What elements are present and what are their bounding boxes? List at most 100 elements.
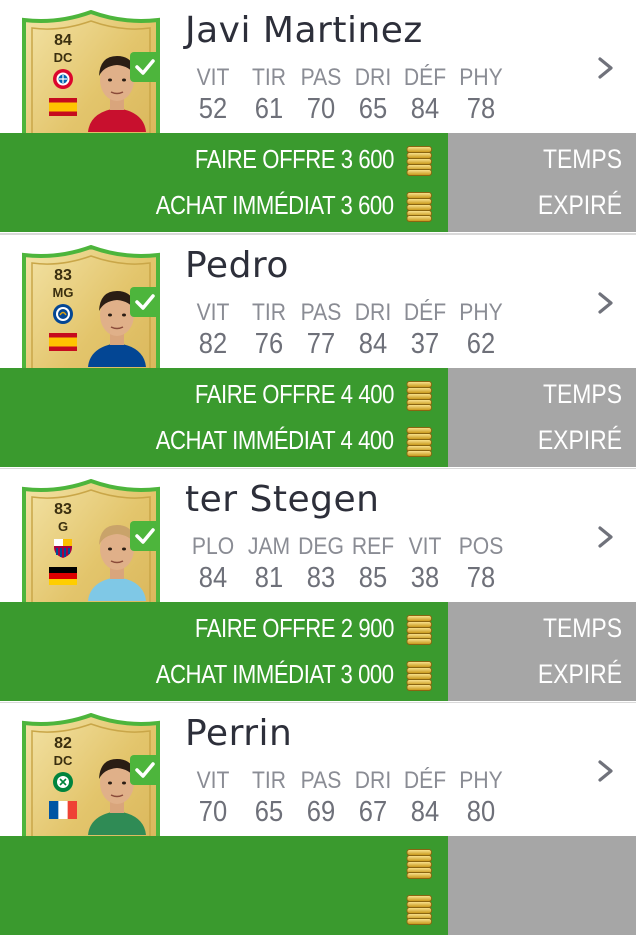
saint-etienne-crest-icon xyxy=(52,771,74,793)
stat-label: VIT xyxy=(196,767,230,794)
transfer-list-item[interactable]: 82 DC BAS Perrin VIT70TIR65PAS69DRI67DÉF… xyxy=(0,703,636,936)
stat-value: 84 xyxy=(358,328,388,360)
stat-2: PAS 70 xyxy=(291,64,351,126)
buy-now-price xyxy=(400,888,432,928)
stat-5: PHY 80 xyxy=(451,767,511,829)
stat-3: REF 85 xyxy=(343,533,403,595)
stat-1: TIR 76 xyxy=(239,299,299,361)
stat-1: JAM 81 xyxy=(239,533,299,595)
transfer-list: 84 DC BAS Javi Martinez VIT52TIR61PAS70D… xyxy=(0,0,636,936)
player-name: ter Stegen xyxy=(185,479,380,520)
time-label: TEMPS xyxy=(542,144,622,174)
auction-band xyxy=(0,836,636,935)
time-panel: TEMPS EXPIRÉ xyxy=(448,602,636,701)
player-stats: VIT 82 TIR 76 PAS 77 DRI 84 DÉF 37 PHY 62 xyxy=(183,299,513,365)
stat-label: DRI xyxy=(354,767,392,794)
stat-5: POS 78 xyxy=(451,533,511,595)
stat-value: 70 xyxy=(198,796,228,828)
coins-icon xyxy=(406,427,432,458)
chevron-right-icon[interactable] xyxy=(594,525,618,549)
stat-label: DRI xyxy=(354,299,392,326)
chevron-right-icon[interactable] xyxy=(594,291,618,315)
chelsea-crest-icon xyxy=(52,303,74,325)
coins-icon xyxy=(406,192,432,223)
coins-icon xyxy=(406,661,432,692)
stat-5: PHY 78 xyxy=(451,64,511,126)
stat-label: PLO xyxy=(191,533,235,560)
stat-label: DRI xyxy=(354,64,392,91)
stat-2: DEG 83 xyxy=(291,533,351,595)
stat-value: 38 xyxy=(410,562,440,594)
stat-value: 84 xyxy=(410,93,440,125)
stat-label: PAS xyxy=(300,767,342,794)
transfer-list-item[interactable]: 83 G BAS ter Stegen PLO84JAM81DEG83REF85… xyxy=(0,469,636,702)
stat-value: 70 xyxy=(306,93,336,125)
stat-value: 84 xyxy=(198,562,228,594)
stat-label: DÉF xyxy=(403,64,447,91)
time-label: TEMPS xyxy=(542,379,622,409)
stat-1: TIR 61 xyxy=(239,64,299,126)
stat-value: 62 xyxy=(466,328,496,360)
coins-icon xyxy=(406,895,432,926)
stat-value: 85 xyxy=(358,562,388,594)
chevron-right-icon[interactable] xyxy=(594,56,618,80)
chevron-right-icon[interactable] xyxy=(594,759,618,783)
check-icon xyxy=(130,287,160,317)
card-position: DC xyxy=(53,753,73,768)
price-panel: FAIRE OFFRE 3 600 ACHAT IMMÉDIAT 3 600 xyxy=(0,133,448,232)
stat-value: 52 xyxy=(198,93,228,125)
stat-4: DÉF 84 xyxy=(395,64,455,126)
time-panel: TEMPS EXPIRÉ xyxy=(448,368,636,467)
stat-0: VIT 70 xyxy=(183,767,243,829)
france-flag-icon xyxy=(49,801,77,819)
stat-label: REF xyxy=(351,533,395,560)
player-stats: VIT 70 TIR 65 PAS 69 DRI 67 DÉF 84 PHY 80 xyxy=(183,767,513,833)
time-value: EXPIRÉ xyxy=(537,190,622,220)
player-name: Javi Martinez xyxy=(185,10,423,51)
stat-value: 61 xyxy=(254,93,284,125)
stat-label: PHY xyxy=(459,767,503,794)
germany-flag-icon xyxy=(49,567,77,585)
stat-1: TIR 65 xyxy=(239,767,299,829)
stat-value: 69 xyxy=(306,796,336,828)
stat-value: 37 xyxy=(410,328,440,360)
bid-price xyxy=(400,842,432,882)
stat-5: PHY 62 xyxy=(451,299,511,361)
card-position: G xyxy=(57,519,69,534)
stat-label: PAS xyxy=(300,299,342,326)
coins-icon xyxy=(406,381,432,412)
stat-3: DRI 84 xyxy=(343,299,403,361)
stat-4: DÉF 84 xyxy=(395,767,455,829)
transfer-list-item[interactable]: 84 DC BAS Javi Martinez VIT52TIR61PAS70D… xyxy=(0,0,636,233)
stat-3: DRI 65 xyxy=(343,64,403,126)
spain-flag-icon xyxy=(49,98,77,116)
buy-now-price: ACHAT IMMÉDIAT 4 400 xyxy=(156,420,432,460)
time-value: EXPIRÉ xyxy=(537,425,622,455)
card-position: DC xyxy=(53,50,73,65)
player-name: Perrin xyxy=(185,713,293,754)
stat-4: DÉF 37 xyxy=(395,299,455,361)
auction-band: FAIRE OFFRE 4 400 ACHAT IMMÉDIAT 4 400 T… xyxy=(0,368,636,467)
transfer-list-item[interactable]: 83 MG BAS Pedro VIT82TIR76PAS77DRI84DÉF3… xyxy=(0,235,636,468)
stat-label: VIT xyxy=(196,299,230,326)
stat-value: 76 xyxy=(254,328,284,360)
bid-price: FAIRE OFFRE 3 600 xyxy=(195,139,432,179)
stat-4: VIT 38 xyxy=(395,533,455,595)
coins-icon xyxy=(406,146,432,177)
stat-label: DEG xyxy=(298,533,344,560)
card-rating: 83 xyxy=(54,501,72,518)
stat-label: PHY xyxy=(459,299,503,326)
barcelona-crest-icon xyxy=(52,537,74,559)
time-value: EXPIRÉ xyxy=(537,659,622,689)
auction-band: FAIRE OFFRE 3 600 ACHAT IMMÉDIAT 3 600 T… xyxy=(0,133,636,232)
stat-2: PAS 77 xyxy=(291,299,351,361)
stat-label: POS xyxy=(458,533,504,560)
stat-value: 77 xyxy=(306,328,336,360)
auction-band: FAIRE OFFRE 2 900 ACHAT IMMÉDIAT 3 000 T… xyxy=(0,602,636,701)
time-label: TEMPS xyxy=(542,613,622,643)
buy-now-price: ACHAT IMMÉDIAT 3 600 xyxy=(156,185,432,225)
buy-now-price: ACHAT IMMÉDIAT 3 000 xyxy=(156,654,432,694)
stat-2: PAS 69 xyxy=(291,767,351,829)
stat-label: DÉF xyxy=(403,767,447,794)
player-name: Pedro xyxy=(185,245,289,286)
